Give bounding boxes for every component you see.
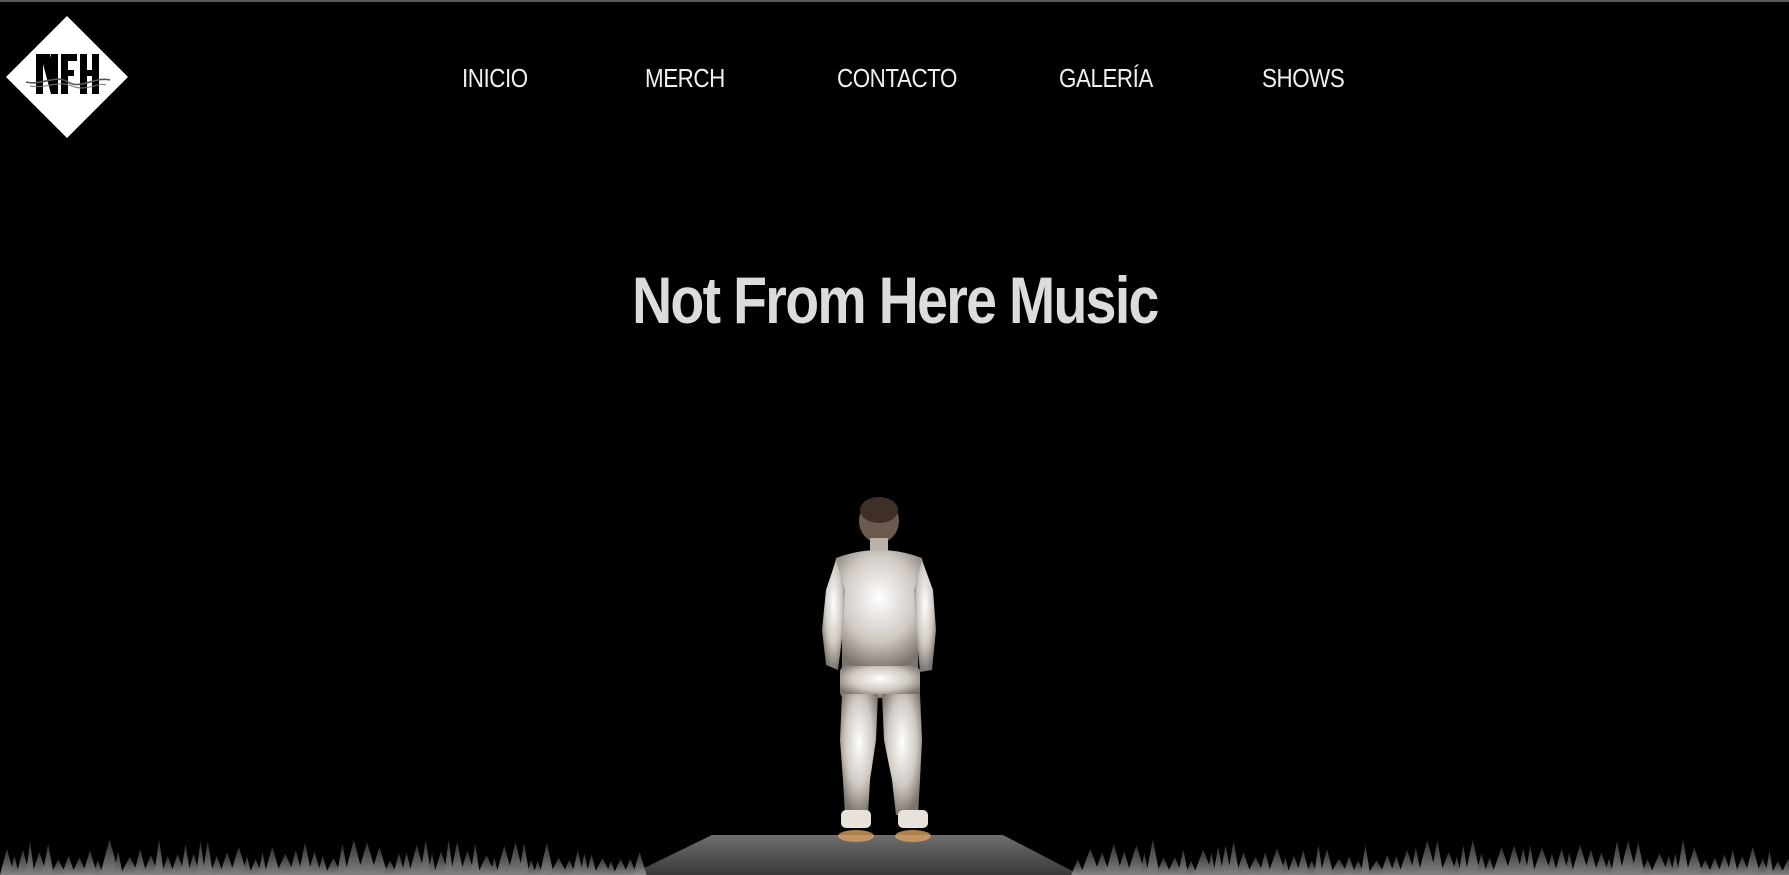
hero-title: Not From Here Music [631, 263, 1159, 337]
nav-item-shows[interactable]: SHOWS [1262, 63, 1345, 94]
top-border [0, 0, 1789, 2]
hero-image [0, 480, 1789, 875]
nav-item-inicio[interactable]: INICIO [462, 63, 528, 94]
main-nav: INICIO MERCH CONTACTO GALERÍA SHOWS [0, 63, 1789, 103]
nav-item-galeria[interactable]: GALERÍA [1059, 63, 1153, 94]
performer-figure [822, 497, 936, 828]
nav-item-contacto[interactable]: CONTACTO [837, 63, 957, 94]
nav-item-merch[interactable]: MERCH [645, 63, 725, 94]
